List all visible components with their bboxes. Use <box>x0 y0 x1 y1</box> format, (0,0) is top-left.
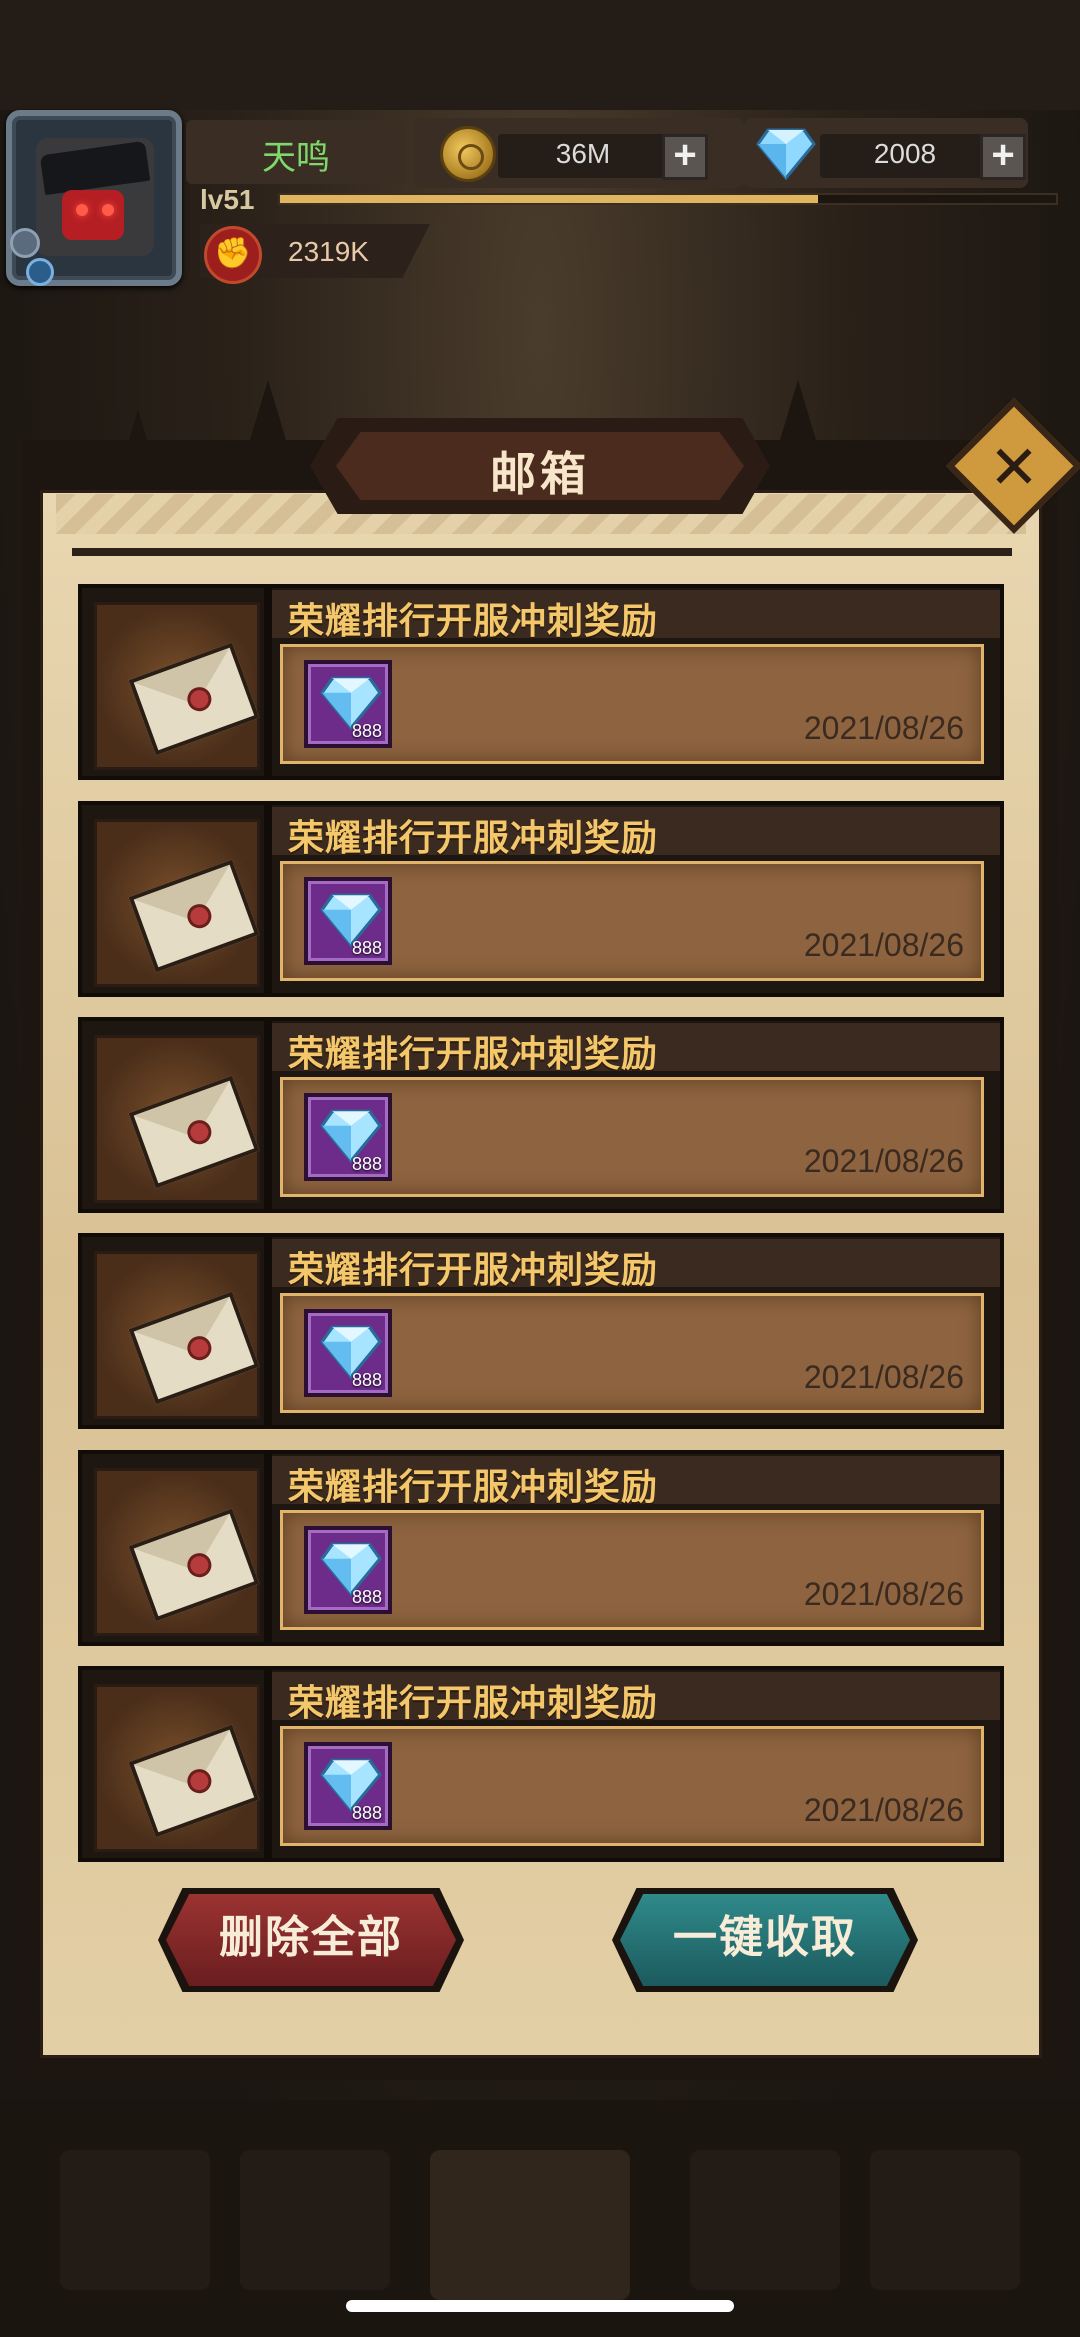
diamond-icon <box>756 128 816 180</box>
mail-item[interactable]: 荣耀排行开服冲刺奖励 888 2021/08/26 <box>78 1017 1004 1213</box>
wax-seal-icon <box>184 1549 215 1581</box>
reward-item[interactable]: 888 <box>304 1526 392 1614</box>
diamond-amount: 2008 <box>873 138 937 169</box>
star-badge-icon <box>26 258 54 286</box>
divider <box>72 548 1012 556</box>
avatar-portrait <box>36 138 154 256</box>
fist-icon: ✊ <box>204 226 262 284</box>
wax-seal-icon <box>184 900 215 932</box>
xp-fill <box>280 195 818 203</box>
mail-icon-box <box>78 584 268 780</box>
add-diamond-button[interactable]: + <box>980 134 1026 180</box>
frame-spike <box>780 380 816 440</box>
nav-tab[interactable] <box>240 2150 390 2290</box>
gear-badge-icon <box>10 228 40 258</box>
mail-icon-box <box>78 1017 268 1213</box>
home-indicator[interactable] <box>346 2300 734 2312</box>
mail-date: 2021/08/26 <box>803 1143 964 1179</box>
mail-subject: 荣耀排行开服冲刺奖励 <box>288 817 659 858</box>
mail-icon-box <box>78 1233 268 1429</box>
reward-count: 888 <box>351 1154 382 1174</box>
collect-all-button[interactable]: 一键收取 <box>620 1894 910 1986</box>
reward-item[interactable]: 888 <box>304 877 392 965</box>
gold-amount: 36M <box>555 138 611 169</box>
nav-tab-selected[interactable] <box>430 2150 630 2300</box>
wax-seal-icon <box>184 683 215 715</box>
wax-seal-icon <box>184 1332 215 1364</box>
envelope-icon <box>128 859 260 973</box>
envelope-icon <box>128 642 260 756</box>
mail-item[interactable]: 荣耀排行开服冲刺奖励 888 2021/08/26 <box>78 1450 1004 1646</box>
mail-date: 2021/08/26 <box>803 1359 964 1395</box>
envelope-icon <box>128 1291 260 1405</box>
reward-count: 888 <box>351 721 382 741</box>
mail-icon-box <box>78 1666 268 1862</box>
mail-icon-box <box>78 1450 268 1646</box>
mail-date: 2021/08/26 <box>803 710 964 746</box>
reward-count: 888 <box>351 1370 382 1390</box>
status-strip <box>0 0 1080 110</box>
add-gold-button[interactable]: + <box>662 134 708 180</box>
mail-subject: 荣耀排行开服冲刺奖励 <box>288 1466 659 1507</box>
mail-date: 2021/08/26 <box>803 1792 964 1828</box>
nav-tab[interactable] <box>870 2150 1020 2290</box>
wax-seal-icon <box>184 1765 215 1797</box>
reward-item[interactable]: 888 <box>304 660 392 748</box>
reward-item[interactable]: 888 <box>304 1093 392 1181</box>
reward-item[interactable]: 888 <box>304 1309 392 1397</box>
frame-spike <box>250 380 286 440</box>
page-title: 邮箱 <box>490 448 590 500</box>
mail-item[interactable]: 荣耀排行开服冲刺奖励 888 2021/08/26 <box>78 584 1004 780</box>
wax-seal-icon <box>184 1116 215 1148</box>
mail-subject: 荣耀排行开服冲刺奖励 <box>288 1682 659 1723</box>
power-value: 2319K <box>288 236 369 267</box>
nav-tab[interactable] <box>690 2150 840 2290</box>
envelope-icon <box>128 1724 260 1838</box>
player-level: lv51 <box>200 184 255 215</box>
reward-item[interactable]: 888 <box>304 1742 392 1830</box>
mail-item[interactable]: 荣耀排行开服冲刺奖励 888 2021/08/26 <box>78 1666 1004 1862</box>
frame-spike <box>120 410 156 470</box>
close-icon[interactable]: ✕ <box>966 420 1062 516</box>
mail-date: 2021/08/26 <box>803 927 964 963</box>
player-name: 天鸣 <box>262 139 330 177</box>
nav-tab[interactable] <box>60 2150 210 2290</box>
mail-item[interactable]: 荣耀排行开服冲刺奖励 888 2021/08/26 <box>78 1233 1004 1429</box>
coin-icon <box>440 126 496 182</box>
mail-subject: 荣耀排行开服冲刺奖励 <box>288 600 659 641</box>
delete-all-button[interactable]: 删除全部 <box>166 1894 456 1986</box>
reward-count: 888 <box>351 1803 382 1823</box>
reward-count: 888 <box>351 938 382 958</box>
mail-icon-box <box>78 801 268 997</box>
mail-date: 2021/08/26 <box>803 1576 964 1612</box>
mail-subject: 荣耀排行开服冲刺奖励 <box>288 1033 659 1074</box>
player-avatar[interactable] <box>6 110 182 286</box>
mail-item[interactable]: 荣耀排行开服冲刺奖励 888 2021/08/26 <box>78 801 1004 997</box>
envelope-icon <box>128 1075 260 1189</box>
envelope-icon <box>128 1508 260 1622</box>
reward-count: 888 <box>351 1587 382 1607</box>
mail-subject: 荣耀排行开服冲刺奖励 <box>288 1249 659 1290</box>
